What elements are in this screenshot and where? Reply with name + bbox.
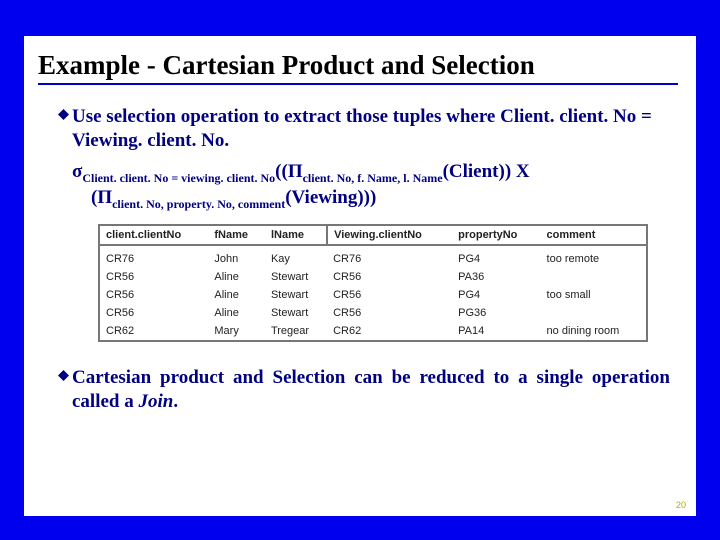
slide-body: Example - Cartesian Product and Selectio… [24, 36, 696, 516]
pi-symbol-1: Π [288, 161, 303, 182]
diamond-bullet-icon [58, 370, 72, 381]
sigma-symbol: σ [72, 161, 82, 182]
relation-2: (Viewing))) [285, 187, 376, 208]
table-header: client.clientNo fName lName Viewing.clie… [99, 225, 647, 245]
bullet-2: Cartesian product and Selection can be r… [58, 366, 670, 414]
th-3: Viewing.clientNo [327, 225, 452, 245]
pi-subscript-1: client. No, f. Name, l. Name [303, 170, 443, 184]
diamond-bullet-icon [58, 109, 72, 120]
th-1: fName [208, 225, 265, 245]
join-term: Join [139, 391, 174, 412]
bullet-1-text: Use selection operation to extract those… [72, 105, 670, 153]
table-body: CR76JohnKayCR76PG4too remote CR56AlineSt… [99, 245, 647, 341]
table-row: CR56AlineStewartCR56PG4too small [99, 286, 647, 304]
page-number: 20 [676, 500, 686, 510]
bullet-1: Use selection operation to extract those… [58, 105, 670, 153]
paren-open-1: (( [275, 161, 288, 182]
table-row: CR62MaryTregearCR62PA14no dining room [99, 322, 647, 341]
th-4: propertyNo [452, 225, 540, 245]
table-row: CR76JohnKayCR76PG4too remote [99, 250, 647, 268]
algebra-expression: σClient. client. No = viewing. client. N… [72, 159, 670, 213]
cross-symbol: X [511, 161, 529, 182]
slide-title: Example - Cartesian Product and Selectio… [38, 50, 696, 81]
sigma-subscript: Client. client. No = viewing. client. No [82, 170, 275, 184]
pi-subscript-2: client. No, property. No, comment [112, 197, 285, 211]
bullet-2-text: Cartesian product and Selection can be r… [72, 366, 670, 414]
bullet-2-text-c: . [173, 391, 178, 412]
th-0: client.clientNo [99, 225, 208, 245]
relation-1: (Client)) [443, 161, 512, 182]
th-5: comment [541, 225, 647, 245]
table-row: CR56AlineStewartCR56PG36 [99, 304, 647, 322]
pi-symbol-2: Π [97, 187, 112, 208]
result-table: client.clientNo fName lName Viewing.clie… [98, 224, 648, 342]
content-area: Use selection operation to extract those… [24, 85, 696, 414]
table-row: CR56AlineStewartCR56PA36 [99, 268, 647, 286]
th-2: lName [265, 225, 327, 245]
result-table-container: client.clientNo fName lName Viewing.clie… [98, 224, 648, 342]
